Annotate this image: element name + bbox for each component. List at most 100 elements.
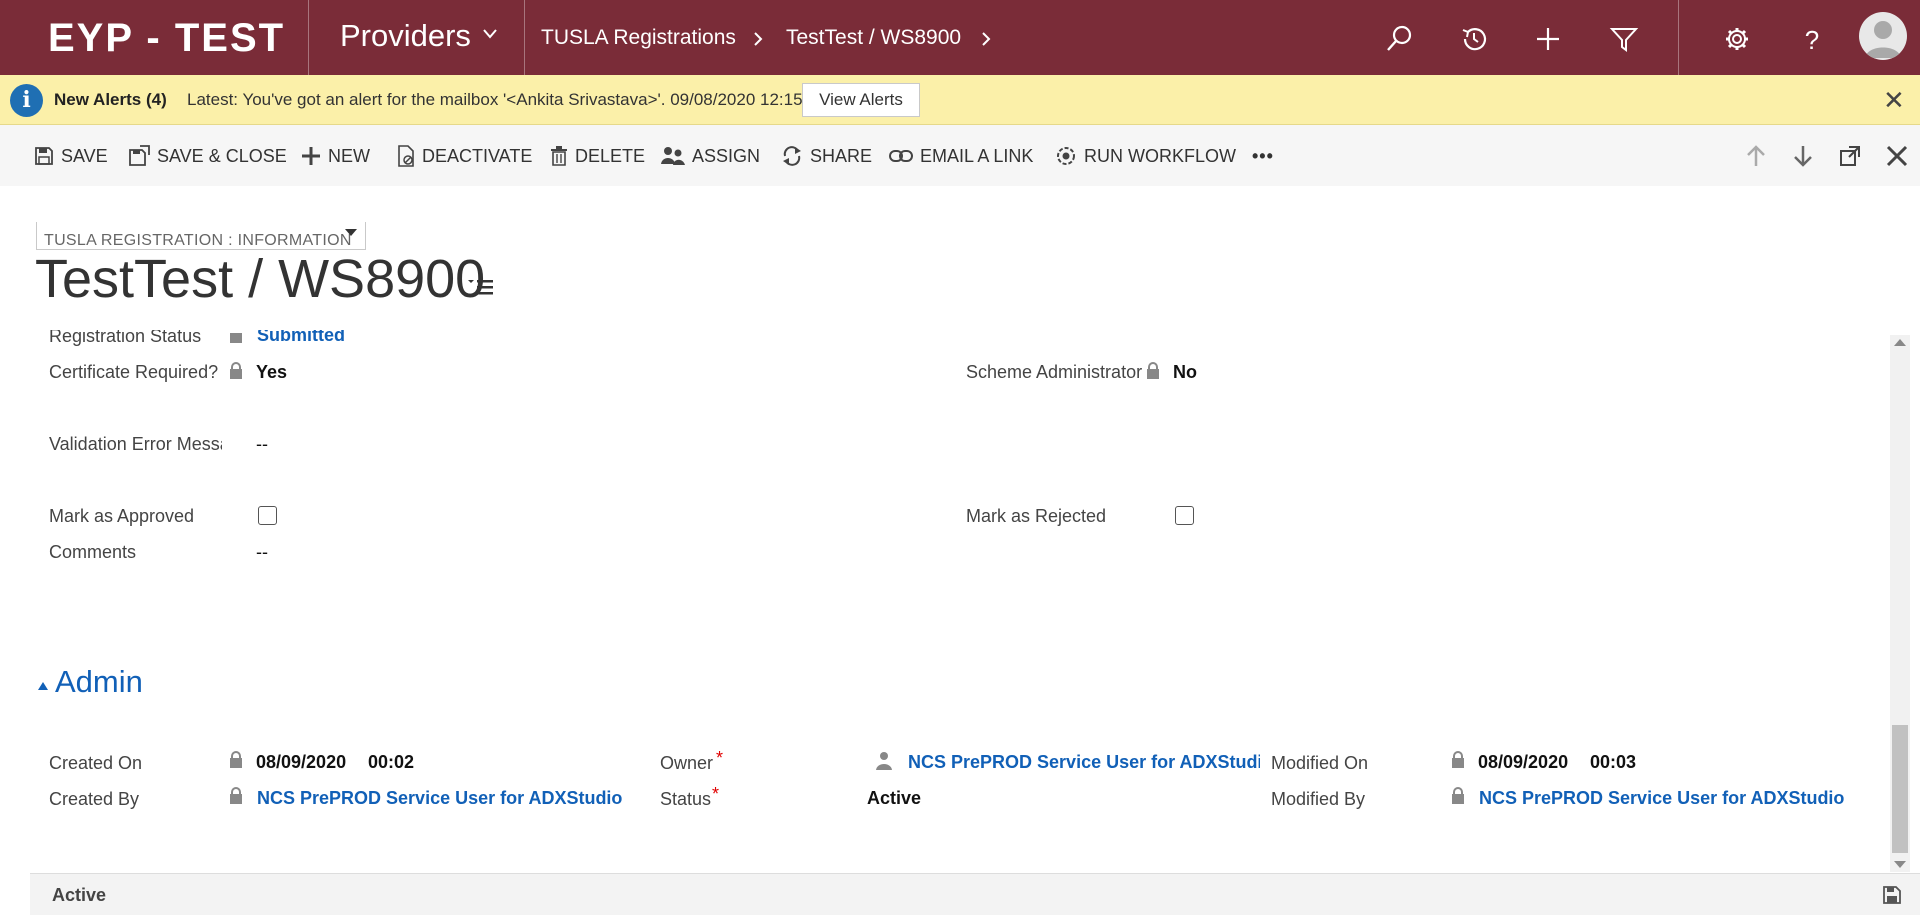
status-value[interactable]: Active — [867, 788, 921, 809]
record-title: TestTest / WS8900 — [35, 249, 486, 309]
save-close-label: SAVE & CLOSE — [157, 145, 287, 166]
close-icon[interactable]: ✕ — [1883, 87, 1905, 113]
save-icon[interactable] — [1883, 886, 1901, 904]
new-label: NEW — [328, 145, 370, 166]
created-on-date: 08/09/2020 — [256, 752, 347, 772]
footer-status: Active — [52, 885, 107, 905]
share-button[interactable]: SHARE — [781, 144, 872, 168]
scroll-up-icon[interactable] — [1894, 339, 1906, 346]
certificate-required-value: Yes — [256, 362, 288, 382]
field-label: Modified On — [1271, 753, 1369, 773]
delete-label: DELETE — [575, 145, 646, 166]
filter-icon[interactable] — [1609, 24, 1639, 54]
form-scrollbar[interactable] — [1890, 335, 1910, 872]
lock-icon — [1452, 751, 1464, 768]
section-title-admin[interactable]: Admin — [55, 664, 143, 700]
save-icon — [35, 147, 53, 165]
deactivate-icon — [398, 145, 414, 167]
chevron-right-icon[interactable] — [981, 31, 991, 47]
save-button[interactable]: SAVE — [34, 144, 108, 168]
mark-approved-checkbox[interactable] — [258, 506, 277, 525]
trash-icon — [551, 146, 567, 166]
registration-status-value[interactable]: Submitted — [257, 330, 345, 346]
plus-icon — [302, 147, 320, 165]
collapse-triangle-icon[interactable] — [38, 682, 48, 690]
validation-error-value[interactable]: -- — [256, 434, 268, 455]
arrow-up-icon[interactable] — [1742, 142, 1770, 170]
save-label: SAVE — [61, 145, 108, 166]
owner-link[interactable]: NCS PrePROD Service User for ADXStudio — [908, 752, 1260, 773]
scroll-down-icon[interactable] — [1894, 861, 1906, 868]
save-close-icon — [129, 145, 150, 166]
top-navigation-bar: EYP - TEST Providers TUSLA Registrations… — [0, 0, 1920, 75]
search-icon[interactable] — [1384, 24, 1414, 54]
nav-divider — [1678, 0, 1679, 75]
caret-down-icon — [345, 229, 357, 236]
popout-icon[interactable] — [1836, 142, 1864, 170]
save-and-close-button[interactable]: SAVE & CLOSE — [128, 144, 287, 168]
plus-icon[interactable] — [1533, 24, 1563, 54]
scroll-thumb[interactable] — [1892, 725, 1908, 853]
lock-icon — [230, 787, 242, 804]
record-menu-icon[interactable] — [468, 277, 494, 297]
form-selector[interactable]: TUSLA REGISTRATION : INFORMATION — [36, 222, 366, 250]
run-workflow-label: RUN WORKFLOW — [1084, 145, 1236, 166]
arrow-down-icon[interactable] — [1789, 142, 1817, 170]
field-label: Modified By — [1271, 789, 1366, 809]
form-body: Registration Status Submitted Certificat… — [0, 330, 1890, 873]
created-by-link[interactable]: NCS PrePROD Service User for ADXStudio — [257, 788, 622, 809]
field-label: Created By — [49, 789, 140, 809]
command-bar: SAVE SAVE & CLOSE NEW DEACTIVATE DELETE … — [0, 125, 1920, 186]
mark-rejected-checkbox[interactable] — [1175, 506, 1194, 525]
breadcrumb-record[interactable]: TestTest / WS8900 — [786, 26, 961, 50]
nav-divider — [524, 0, 525, 75]
scheme-admin-value: No — [1173, 362, 1197, 382]
chevron-right-icon — [754, 32, 763, 46]
deactivate-button[interactable]: DEACTIVATE — [397, 144, 532, 168]
delete-button[interactable]: DELETE — [550, 144, 645, 168]
share-icon — [783, 146, 801, 166]
run-workflow-button[interactable]: RUN WORKFLOW — [1055, 144, 1236, 168]
created-on-time: 00:02 — [368, 752, 415, 772]
field-label: Owner — [660, 753, 714, 773]
field-label: Status — [660, 789, 712, 809]
email-link-label: EMAIL A LINK — [920, 145, 1034, 166]
field-label: Registration Status — [49, 330, 202, 346]
field-label: Validation Error Message — [49, 434, 222, 454]
required-marker: * — [716, 748, 724, 768]
alert-message: Latest: You've got an alert for the mail… — [187, 90, 803, 109]
share-label: SHARE — [810, 145, 873, 166]
field-label: Mark as Approved — [49, 506, 195, 526]
gear-icon[interactable] — [1722, 24, 1752, 54]
status-footer: Active — [30, 873, 1920, 915]
recent-history-icon[interactable] — [1459, 24, 1489, 54]
chevron-down-icon[interactable] — [482, 28, 498, 40]
workflow-icon — [1057, 147, 1075, 165]
link-icon — [889, 150, 913, 162]
breadcrumb-entity[interactable]: TUSLA Registrations — [541, 26, 736, 50]
deactivate-label: DEACTIVATE — [422, 145, 533, 166]
more-commands-icon[interactable]: ••• — [1252, 144, 1274, 168]
email-link-button[interactable]: EMAIL A LINK — [889, 144, 1033, 168]
comments-value[interactable]: -- — [256, 542, 268, 563]
help-icon[interactable]: ? — [1797, 24, 1827, 54]
field-label: Comments — [49, 542, 137, 562]
field-label: Created On — [49, 753, 143, 773]
modified-on-time: 00:03 — [1590, 752, 1637, 772]
view-alerts-button[interactable]: View Alerts — [802, 83, 920, 117]
area-switcher-label[interactable]: Providers — [340, 18, 471, 54]
new-button[interactable]: NEW — [301, 144, 370, 168]
lock-icon — [230, 333, 242, 343]
field-label: Certificate Required? — [49, 362, 219, 382]
close-icon[interactable] — [1883, 142, 1911, 170]
assign-button[interactable]: ASSIGN — [661, 144, 760, 168]
modified-by-link[interactable]: NCS PrePROD Service User for ADXStudio — [1479, 788, 1844, 809]
required-marker: * — [712, 784, 720, 804]
alert-bar: i New Alerts (4) Latest: You've got an a… — [0, 75, 1920, 125]
field-label: Mark as Rejected — [966, 506, 1107, 526]
svg-text:?: ? — [1805, 25, 1819, 54]
avatar[interactable] — [1859, 12, 1907, 60]
app-brand[interactable]: EYP - TEST — [48, 16, 285, 61]
field-label: Scheme Administrator — [966, 362, 1142, 382]
assign-users-icon — [661, 147, 685, 165]
